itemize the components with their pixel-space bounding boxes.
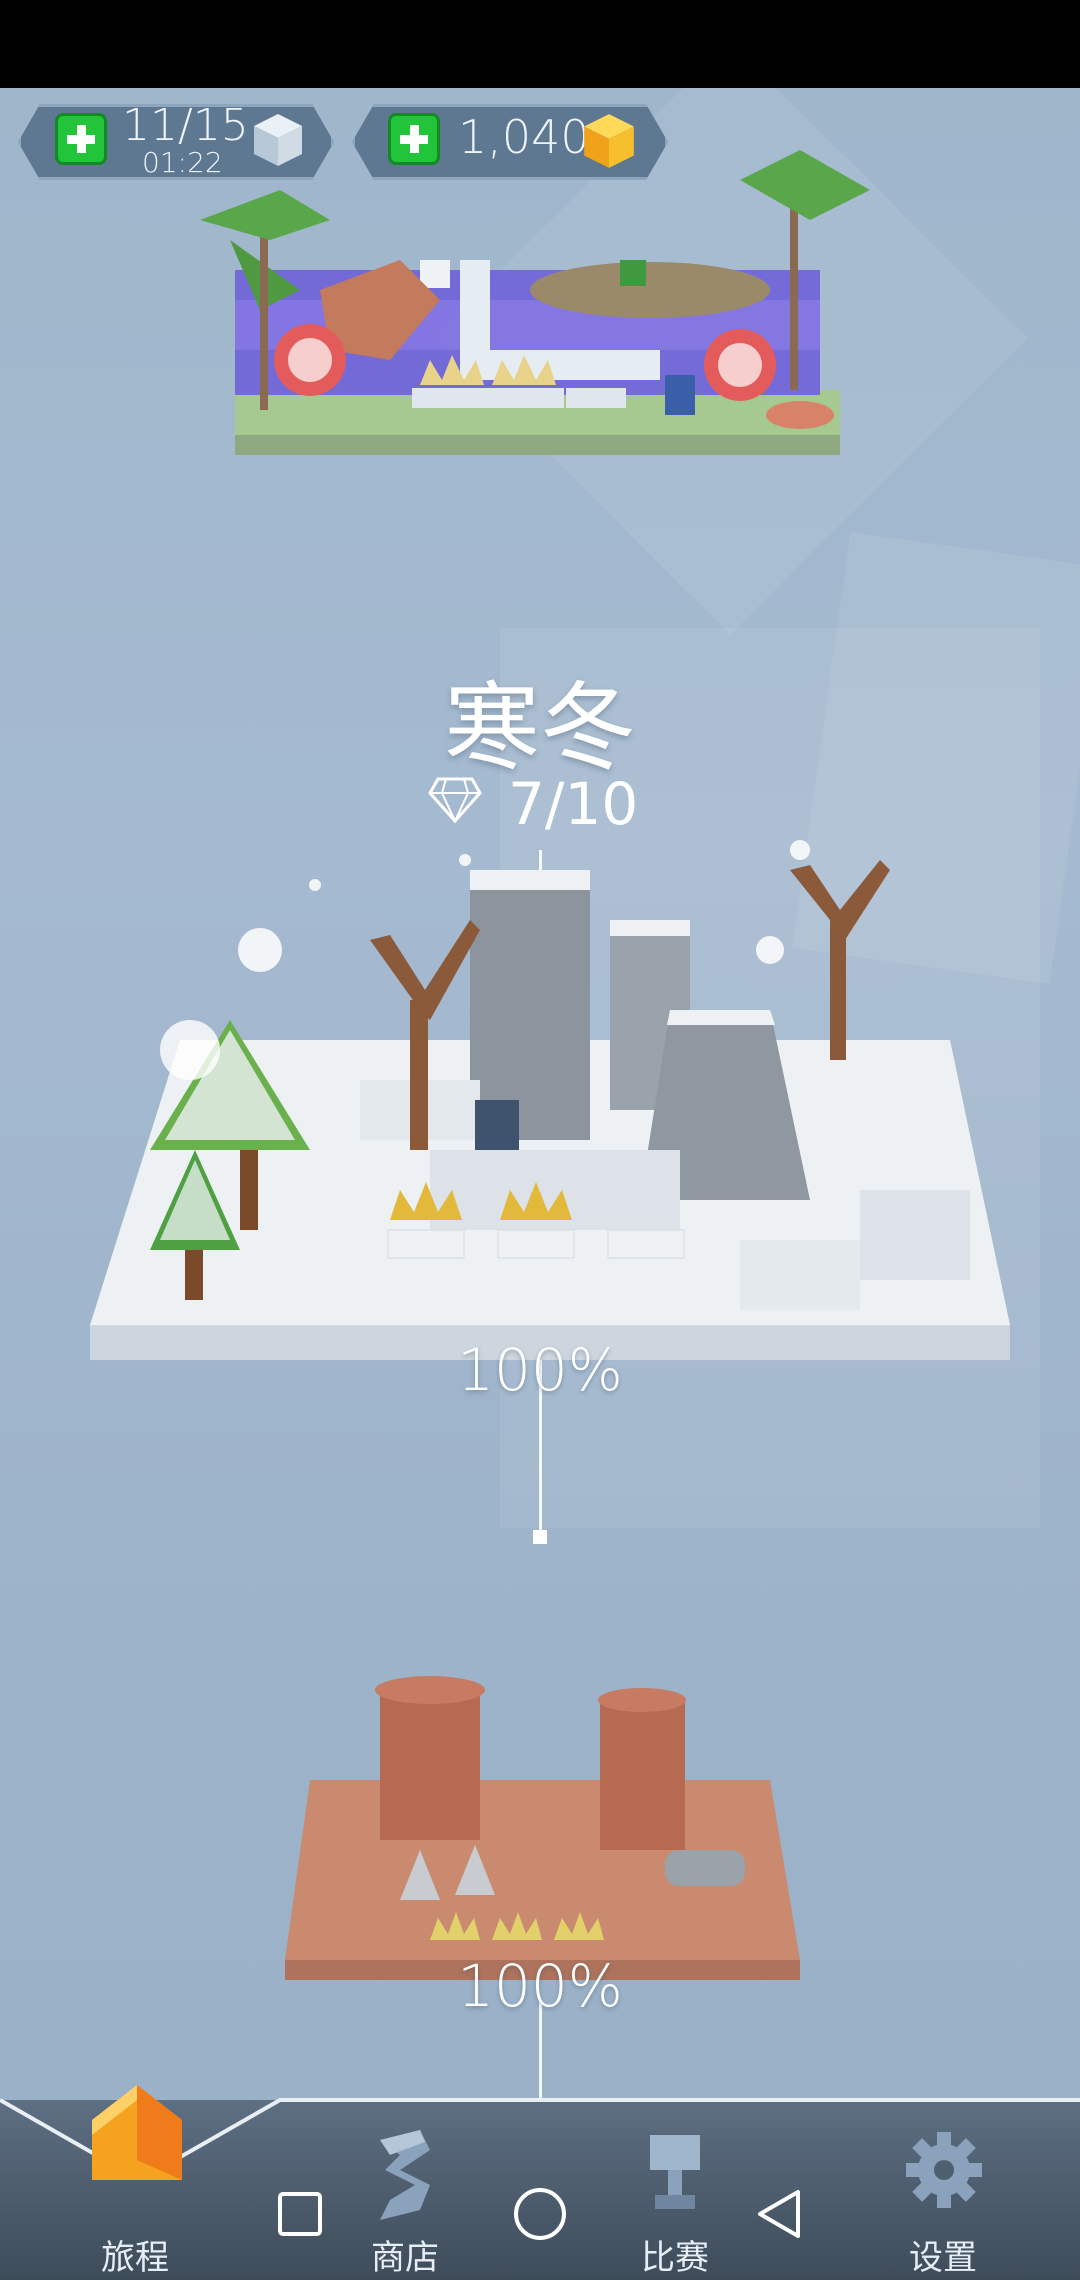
nav-settings[interactable]: 设置	[868, 2130, 1018, 2280]
nav-contest-label: 比赛	[641, 2238, 709, 2278]
winter-level-island[interactable]	[70, 820, 1020, 1420]
beach-level-island[interactable]	[180, 150, 880, 490]
winter-level-progress: 100%	[457, 1336, 623, 1404]
path-node	[533, 1530, 547, 1544]
energy-value: 11/15	[122, 100, 249, 151]
shop-icon	[380, 2130, 430, 2220]
status-bar	[0, 0, 1080, 88]
gear-icon	[906, 2132, 982, 2208]
nav-shop-label: 商店	[371, 2238, 439, 2278]
nav-settings-label: 设置	[909, 2238, 977, 2278]
diamond-icon	[428, 777, 482, 824]
house-icon	[92, 2085, 182, 2180]
nav-contest[interactable]: 比赛	[600, 2130, 750, 2280]
trophy-icon	[650, 2135, 700, 2209]
home-button[interactable]	[512, 2186, 568, 2242]
nav-journey[interactable]: 旅程	[60, 2085, 210, 2280]
level-title: 寒冬	[444, 672, 636, 784]
recent-apps-button[interactable]	[276, 2190, 324, 2238]
nav-journey-label: 旅程	[101, 2238, 169, 2278]
nav-shop[interactable]: 商店	[330, 2130, 480, 2280]
desert-level-island[interactable]	[280, 1670, 810, 1990]
add-energy-button[interactable]	[55, 113, 107, 165]
desert-level-progress: 100%	[457, 1952, 623, 2020]
back-button[interactable]	[754, 2188, 804, 2240]
